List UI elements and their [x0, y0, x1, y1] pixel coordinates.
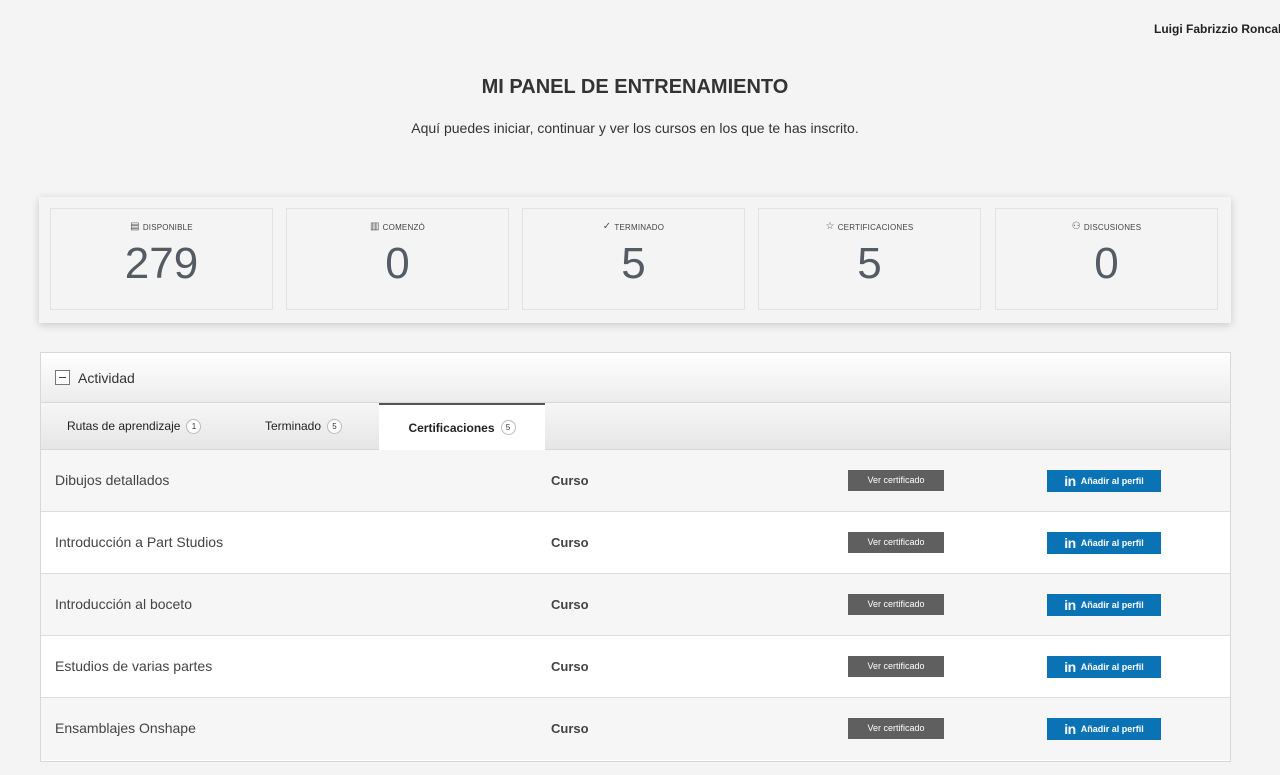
star-icon: ☆: [825, 221, 835, 232]
tab-label: Certificaciones: [408, 420, 495, 435]
course-title[interactable]: Introducción a Part Studios: [55, 512, 223, 573]
activity-panel: Actividad Rutas de aprendizaje 1 Termina…: [40, 352, 1231, 762]
course-type: Curso: [551, 597, 589, 612]
linkedin-button-label: Añadir al perfil: [1080, 476, 1144, 486]
stat-comenzo[interactable]: ▥ COMENZÓ 0: [286, 208, 509, 310]
stat-discusiones[interactable]: ⚇ DISCUSIONES 0: [995, 208, 1218, 310]
tab-rutas-de-aprendizaje[interactable]: Rutas de aprendizaje 1: [55, 403, 253, 449]
stat-value: 5: [621, 239, 646, 288]
collapse-button[interactable]: [55, 370, 70, 385]
activity-header[interactable]: Actividad: [41, 353, 1230, 403]
add-to-linkedin-button[interactable]: in Añadir al perfil: [1047, 718, 1161, 740]
book-icon: ▤: [130, 221, 140, 232]
view-certificate-button[interactable]: Ver certificado: [848, 656, 944, 677]
stat-label-row: ⚇ DISCUSIONES: [996, 222, 1217, 232]
linkedin-button-label: Añadir al perfil: [1080, 662, 1144, 672]
tab-count-badge: 5: [327, 418, 343, 434]
course-title[interactable]: Dibujos detallados: [55, 450, 169, 511]
course-type: Curso: [551, 473, 589, 488]
users-icon: ⚇: [1071, 221, 1081, 232]
linkedin-button-label: Añadir al perfil: [1080, 600, 1144, 610]
stat-label: CERTIFICACIONES: [837, 222, 914, 232]
add-to-linkedin-button[interactable]: in Añadir al perfil: [1047, 470, 1161, 492]
stat-disponible[interactable]: ▤ DISPONIBLE 279: [50, 208, 273, 310]
certification-row: Introducción a Part Studios Curso Ver ce…: [41, 512, 1230, 574]
course-title[interactable]: Introducción al boceto: [55, 574, 192, 635]
stat-label-row: ✓ TERMINADO: [523, 222, 744, 232]
activity-tabs: Rutas de aprendizaje 1 Terminado 5 Certi…: [41, 403, 1230, 450]
certification-row: Ensamblajes Onshape Curso Ver certificad…: [41, 698, 1230, 760]
linkedin-icon: in: [1064, 473, 1076, 489]
stat-terminado[interactable]: ✓ TERMINADO 5: [522, 208, 745, 310]
started-icon: ▥: [370, 221, 380, 232]
page-title: MI PANEL DE ENTRENAMIENTO: [481, 76, 789, 98]
certification-row: Estudios de varias partes Curso Ver cert…: [41, 636, 1230, 698]
linkedin-button-label: Añadir al perfil: [1080, 538, 1144, 548]
add-to-linkedin-button[interactable]: in Añadir al perfil: [1047, 594, 1161, 616]
view-certificate-button[interactable]: Ver certificado: [848, 718, 944, 739]
tab-label: Terminado: [265, 419, 322, 433]
linkedin-icon: in: [1064, 597, 1076, 613]
tab-count-badge: 1: [186, 418, 202, 434]
page-subtitle: Aquí puedes iniciar, continuar y ver los…: [411, 120, 859, 136]
check-icon: ✓: [602, 221, 612, 232]
activity-title: Actividad: [78, 369, 135, 386]
tab-label: Rutas de aprendizaje: [67, 419, 181, 433]
add-to-linkedin-button[interactable]: in Añadir al perfil: [1047, 656, 1161, 678]
stat-label: COMENZÓ: [382, 222, 425, 232]
linkedin-icon: in: [1064, 659, 1076, 675]
linkedin-icon: in: [1064, 721, 1076, 737]
stat-value: 0: [385, 239, 410, 288]
view-certificate-button[interactable]: Ver certificado: [848, 532, 944, 553]
stat-label: DISPONIBLE: [142, 222, 193, 232]
user-name[interactable]: Luigi Fabrizzio Roncalle: [1154, 22, 1280, 36]
stat-label-row: ☆ CERTIFICACIONES: [759, 222, 980, 232]
stat-label-row: ▤ DISPONIBLE: [51, 222, 272, 232]
course-type: Curso: [551, 535, 589, 550]
course-type: Curso: [551, 659, 589, 674]
view-certificate-button[interactable]: Ver certificado: [848, 470, 944, 491]
tab-terminado[interactable]: Terminado 5: [253, 403, 379, 449]
certification-row: Dibujos detallados Curso Ver certificado…: [41, 450, 1230, 512]
course-title[interactable]: Ensamblajes Onshape: [55, 698, 196, 759]
stats-panel: ▤ DISPONIBLE 279 ▥ COMENZÓ 0 ✓ TERMINADO…: [39, 197, 1231, 323]
stat-value: 279: [124, 239, 199, 288]
tab-count-badge: 5: [500, 420, 516, 435]
view-certificate-button[interactable]: Ver certificado: [848, 594, 944, 615]
tab-certificaciones[interactable]: Certificaciones 5: [379, 403, 545, 450]
stat-value: 0: [1094, 239, 1119, 288]
stat-label-row: ▥ COMENZÓ: [287, 222, 508, 232]
linkedin-button-label: Añadir al perfil: [1080, 724, 1144, 734]
stat-certificaciones[interactable]: ☆ CERTIFICACIONES 5: [758, 208, 981, 310]
stat-label: TERMINADO: [614, 222, 665, 232]
course-title[interactable]: Estudios de varias partes: [55, 636, 212, 697]
linkedin-icon: in: [1064, 535, 1076, 551]
minus-icon: [59, 377, 66, 378]
stat-value: 5: [857, 239, 882, 288]
certification-row: Introducción al boceto Curso Ver certifi…: [41, 574, 1230, 636]
stat-label: DISCUSIONES: [1083, 222, 1142, 232]
add-to-linkedin-button[interactable]: in Añadir al perfil: [1047, 532, 1161, 554]
course-type: Curso: [551, 721, 589, 736]
